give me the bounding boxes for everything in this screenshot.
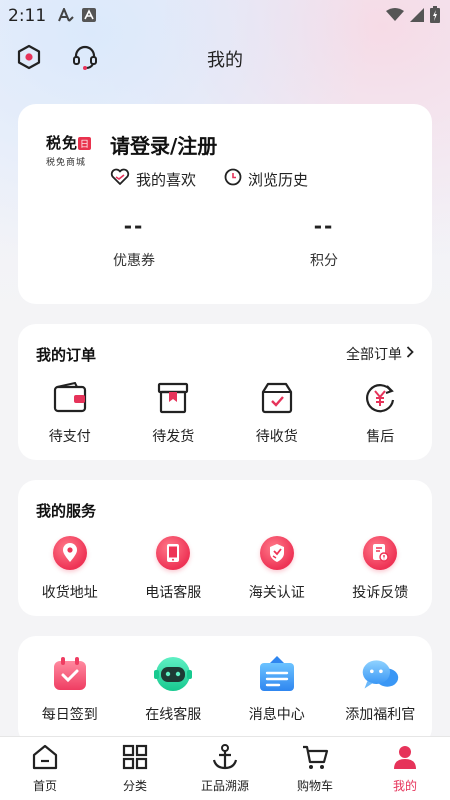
order-pending-payment-label: 待支付 (48, 429, 91, 445)
history-label: 浏览历史 (248, 170, 309, 189)
login-register-link[interactable]: 请登录/注册 (110, 130, 217, 159)
tab-cart[interactable]: 购物车 (270, 737, 360, 800)
extra-message-center-label: 消息中心 (248, 707, 305, 723)
orders-title: 我的订单 (36, 346, 97, 364)
extra-message-center[interactable]: 消息中心 (225, 654, 329, 724)
yen-refresh-icon (363, 382, 397, 418)
coupon-label: 优惠券 (113, 253, 155, 269)
top-bar: 我的 (0, 38, 450, 78)
all-orders-label: 全部订单 (346, 347, 402, 363)
service-address-label: 收货地址 (41, 585, 98, 601)
chat-bubbles-icon (360, 654, 400, 694)
page-title: 我的 (207, 50, 243, 71)
order-pending-shipment-label: 待发货 (152, 429, 195, 445)
chevron-right-icon (406, 346, 414, 362)
all-orders-link[interactable]: 全部订单 (346, 344, 414, 364)
extra-online-service-label: 在线客服 (145, 707, 202, 723)
points-value: -- (313, 214, 335, 238)
message-board-icon (257, 654, 297, 694)
order-pending-shipment[interactable]: 待发货 (122, 382, 226, 446)
tab-home[interactable]: 首页 (0, 737, 90, 800)
tab-authenticity-trace-label: 正品溯源 (200, 779, 249, 793)
a-square-icon (82, 7, 97, 26)
logo-text: 税免 (46, 134, 79, 152)
phone-icon (156, 536, 191, 570)
points-label: 积分 (310, 253, 338, 269)
service-address[interactable]: 收货地址 (18, 536, 122, 602)
service-customs-label: 海关认证 (248, 585, 305, 601)
extra-add-welfare-officer[interactable]: 添加福利官 (329, 654, 433, 724)
font-a-icon (58, 5, 74, 26)
grid-icon (121, 743, 149, 775)
package-icon (156, 382, 190, 418)
service-feedback-label: 投诉反馈 (352, 585, 409, 601)
service-feedback[interactable]: 投诉反馈 (329, 536, 433, 602)
wallet-icon (53, 381, 87, 418)
service-customs[interactable]: 海关认证 (225, 536, 329, 602)
order-pending-payment[interactable]: 待支付 (18, 381, 122, 446)
order-pending-receipt-label: 待收货 (255, 429, 298, 445)
status-bar: 2:11 (0, 0, 450, 32)
store-logo: 税免日 税免商城 (46, 132, 96, 176)
favorites-label: 我的喜欢 (136, 170, 197, 189)
battery-charging-icon (430, 5, 440, 27)
tab-category-label: 分类 (122, 779, 147, 793)
extra-online-service[interactable]: 在线客服 (122, 654, 226, 724)
status-time: 2:11 (8, 6, 47, 26)
favorites-link[interactable]: 我的喜欢 (110, 168, 196, 190)
profile-card: 税免日 税免商城 请登录/注册 我的喜欢 浏览历史 -- 优惠券 -- 积分 (18, 104, 432, 304)
shield-icon (259, 536, 294, 570)
tab-mine[interactable]: 我的 (360, 737, 450, 800)
tab-authenticity-trace[interactable]: 正品溯源 (180, 737, 270, 800)
cart-icon (301, 743, 329, 775)
orders-card: 我的订单 全部订单 待支付 待发货 待收货 售后 (18, 324, 432, 460)
service-phone-label: 电话客服 (145, 585, 202, 601)
coupon-stat[interactable]: -- 优惠券 (74, 214, 194, 270)
order-after-sales-label: 售后 (366, 429, 395, 445)
tab-category[interactable]: 分类 (90, 737, 180, 800)
extra-daily-checkin-label: 每日签到 (41, 707, 98, 723)
points-stat[interactable]: -- 积分 (264, 214, 384, 270)
history-link[interactable]: 浏览历史 (224, 168, 308, 190)
signal-icon (410, 7, 424, 26)
extra-add-welfare-officer-label: 添加福利官 (345, 707, 416, 723)
wifi-icon (386, 7, 404, 26)
tab-mine-label: 我的 (392, 779, 417, 793)
tab-home-label: 首页 (32, 779, 57, 793)
extras-card: 每日签到 在线客服 消息中心 添加福利官 (18, 636, 432, 746)
order-pending-receipt[interactable]: 待收货 (225, 382, 329, 446)
coupon-value: -- (123, 214, 145, 238)
service-phone[interactable]: 电话客服 (122, 536, 226, 602)
feedback-icon (363, 536, 398, 570)
services-title: 我的服务 (36, 502, 97, 520)
box-check-icon (260, 382, 294, 418)
order-after-sales[interactable]: 售后 (329, 382, 433, 446)
tab-cart-label: 购物车 (296, 779, 333, 793)
anchor-icon (211, 743, 239, 775)
calendar-check-icon (50, 654, 90, 694)
heart-icon (110, 168, 130, 190)
user-icon (391, 743, 419, 775)
clock-icon (224, 168, 242, 190)
extra-daily-checkin[interactable]: 每日签到 (18, 654, 122, 724)
logo-subtext: 税免商城 (46, 158, 87, 168)
services-card: 我的服务 收货地址 电话客服 海关认证 投诉反馈 (18, 480, 432, 616)
logo-badge: 日 (78, 137, 92, 150)
home-icon (31, 743, 59, 775)
bottom-tab-bar: 首页 分类 正品溯源 购物车 我的 (0, 736, 450, 800)
robot-icon (153, 654, 193, 694)
location-pin-icon (52, 536, 87, 570)
